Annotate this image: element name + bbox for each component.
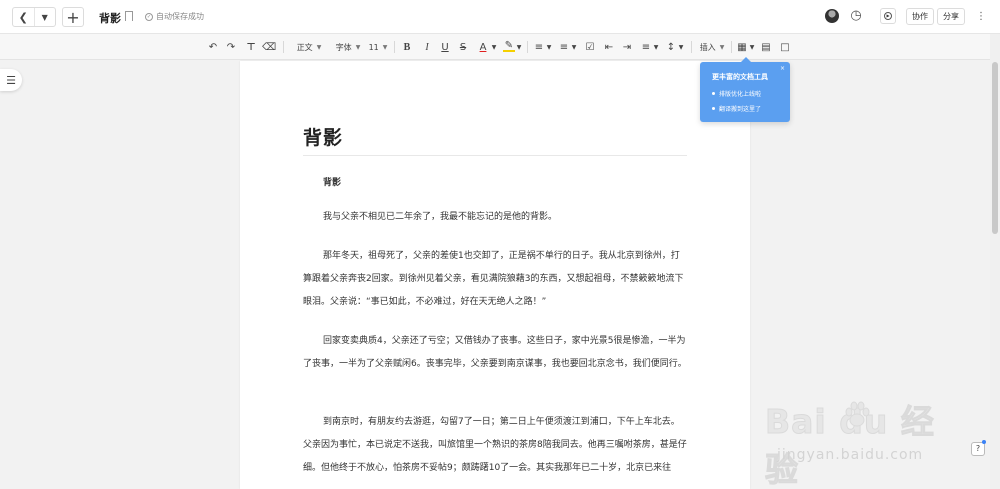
- share-button[interactable]: 分享: [937, 8, 965, 25]
- autosave-text: 自动保存成功: [156, 12, 204, 21]
- tip-item-label: 排版优化上线啦: [719, 91, 762, 98]
- redo-icon[interactable]: ↷: [225, 40, 237, 54]
- caret-down-icon[interactable]: ▼: [653, 40, 659, 54]
- caret-down-icon: ▼: [719, 43, 725, 51]
- line-spacing-icon[interactable]: ↕: [665, 40, 677, 54]
- menu-icon: ☰: [6, 73, 16, 87]
- feature-tip-popover: × 更丰富的文档工具 排版优化上线啦 翻译搬到这里了: [700, 57, 790, 122]
- tip-item[interactable]: 排版优化上线啦: [712, 89, 761, 98]
- italic-icon[interactable]: I: [421, 40, 433, 54]
- bullet-dot-icon: [712, 92, 715, 95]
- caret-down-icon[interactable]: ▼: [749, 40, 755, 54]
- highlight-icon[interactable]: ✎: [503, 40, 515, 52]
- toolbar-divider: [527, 41, 528, 53]
- caret-down-icon[interactable]: ▼: [491, 40, 497, 54]
- toolbar-divider: [283, 41, 284, 53]
- document-page[interactable]: 背影 背影 我与父亲不相见已二年余了，我最不能忘记的是他的背影。 那年冬天，祖母…: [240, 61, 750, 489]
- table-icon[interactable]: ▦: [736, 40, 748, 54]
- font-size-select[interactable]: 11 ▼: [368, 40, 388, 54]
- tip-item-label: 翻译搬到这里了: [719, 106, 762, 113]
- bullet-dot-icon: [712, 107, 715, 110]
- check-circle-icon: ✓: [145, 12, 153, 21]
- tip-title: 更丰富的文档工具: [712, 73, 768, 81]
- back-icon[interactable]: ❮: [13, 8, 34, 26]
- watermark: Bai du 经验 jingyan.baidu.com: [765, 395, 965, 489]
- document-subtitle[interactable]: 背影: [323, 175, 341, 188]
- insert-label: 插入: [699, 42, 716, 52]
- format-painter-icon[interactable]: ⊤: [245, 40, 257, 54]
- paragraph-style-select[interactable]: 正文 ▼: [293, 40, 325, 54]
- underline-icon[interactable]: U: [439, 40, 451, 54]
- paw-logo-icon: [845, 401, 870, 427]
- outline-toggle-button[interactable]: ☰: [0, 69, 22, 91]
- tip-item[interactable]: 翻译搬到这里了: [712, 104, 761, 113]
- autosave-status: ✓ 自动保存成功: [145, 11, 204, 22]
- clear-format-icon[interactable]: ⌫: [262, 40, 276, 54]
- font-family-value: 字体: [335, 42, 352, 52]
- caret-down-icon[interactable]: ▼: [516, 40, 522, 54]
- avatar[interactable]: [825, 9, 839, 23]
- watermark-url: jingyan.baidu.com: [777, 447, 924, 463]
- play-icon: ▶: [884, 12, 892, 20]
- caret-down-icon: ▼: [355, 43, 361, 51]
- strikethrough-icon[interactable]: S: [457, 40, 469, 54]
- caret-down-icon[interactable]: ▼: [571, 40, 577, 54]
- toolbar-divider: [394, 41, 395, 53]
- history-icon[interactable]: ◷: [848, 8, 864, 24]
- checklist-icon[interactable]: ☑: [584, 40, 596, 54]
- paragraph[interactable]: 那年冬天，祖母死了，父亲的差使1也交卸了，正是祸不单行的日子。我从北京到徐州，打…: [303, 245, 687, 314]
- caret-down-icon: ▼: [316, 43, 322, 51]
- top-bar: ❮ ▼ + 背影 ✓ 自动保存成功 ◷ ▶ 协作 分享 ⋮: [0, 0, 1000, 34]
- bullet-list-icon[interactable]: ≡: [558, 40, 570, 54]
- collaborate-button[interactable]: 协作: [906, 8, 934, 25]
- caret-down-icon: ▼: [382, 43, 388, 51]
- document-tools-icon[interactable]: ▤: [760, 40, 772, 54]
- paragraph[interactable]: 我与父亲不相见已二年余了，我最不能忘记的是他的背影。: [303, 206, 687, 229]
- font-family-select[interactable]: 字体 ▼: [333, 40, 363, 54]
- caret-down-icon[interactable]: ▼: [546, 40, 552, 54]
- present-button[interactable]: ▶: [880, 8, 896, 24]
- font-size-value: 11: [368, 42, 379, 52]
- document-title[interactable]: 背影: [99, 10, 121, 26]
- scrollbar-thumb[interactable]: [992, 62, 998, 234]
- plus-icon: +: [66, 7, 80, 27]
- caret-down-icon[interactable]: ▼: [33, 8, 56, 26]
- format-toolbar: ↶ ↷ ⊤ ⌫ 正文 ▼ 字体 ▼ 11 ▼ B I U S A ▼ ✎ ▼ ≡ ▼ …: [0, 34, 1000, 60]
- comment-icon[interactable]: □: [779, 40, 791, 54]
- font-color-icon[interactable]: A: [476, 40, 490, 54]
- vertical-dots-icon[interactable]: ⋮: [974, 8, 988, 25]
- close-icon[interactable]: ×: [780, 65, 785, 72]
- back-nav-group: ❮ ▼: [12, 7, 56, 27]
- caret-down-icon[interactable]: ▼: [678, 40, 684, 54]
- document-heading[interactable]: 背影: [303, 123, 343, 150]
- ordered-list-icon[interactable]: ≡: [533, 40, 545, 54]
- paragraph[interactable]: 到南京时，有朋友约去游逛，勾留7了一日；第二日上午便须渡江到浦口，下午上车北去。…: [303, 411, 687, 480]
- indent-increase-icon[interactable]: ⇥: [621, 40, 633, 54]
- toolbar-divider: [691, 41, 692, 53]
- bookmark-icon[interactable]: [125, 11, 133, 21]
- new-document-button[interactable]: +: [62, 7, 84, 27]
- insert-menu-button[interactable]: 插入 ▼: [698, 40, 726, 54]
- heading-divider: [303, 155, 687, 156]
- paragraph[interactable]: 回家变卖典质4，父亲还了亏空；又借钱办了丧事。这些日子，家中光景5很是惨澹，一半…: [303, 330, 687, 376]
- align-icon[interactable]: ≡: [640, 40, 652, 54]
- notification-dot: [982, 440, 986, 444]
- toolbar-divider: [731, 41, 732, 53]
- help-button[interactable]: ?: [971, 442, 985, 456]
- indent-decrease-icon[interactable]: ⇤: [603, 40, 615, 54]
- undo-icon[interactable]: ↶: [207, 40, 219, 54]
- paragraph-style-value: 正文: [296, 42, 313, 52]
- bold-icon[interactable]: B: [401, 40, 413, 54]
